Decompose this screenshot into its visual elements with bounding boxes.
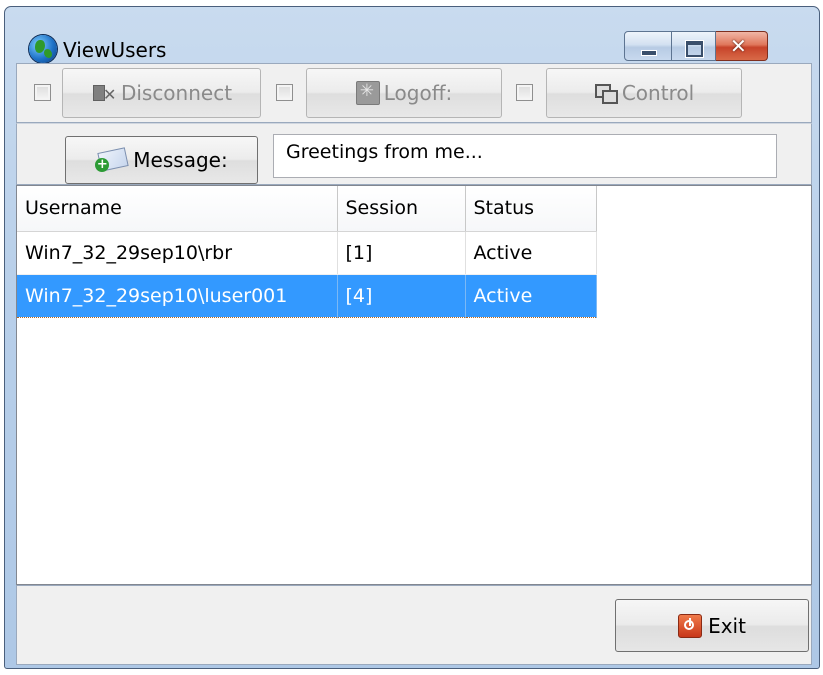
maximize-icon: [686, 41, 703, 57]
message-label: Message:: [133, 148, 228, 172]
table-row[interactable]: Win7_32_29sep10\rbr [1] Active: [17, 231, 597, 275]
action-toolbar: Disconnect Logoff: Control: [16, 63, 812, 123]
logoff-label: Logoff:: [383, 81, 453, 105]
users-table: Username Session Status Win7_32_29sep10\…: [17, 186, 597, 318]
cell-username: Win7_32_29sep10\rbr: [17, 231, 338, 275]
disconnect-checkbox[interactable]: [34, 84, 51, 101]
users-list[interactable]: Username Session Status Win7_32_29sep10\…: [16, 185, 812, 585]
column-header-username[interactable]: Username: [17, 186, 338, 232]
cell-session: [4]: [337, 273, 466, 318]
logoff-icon: [355, 81, 380, 105]
minimize-button[interactable]: [624, 31, 672, 61]
message-button[interactable]: + Message:: [65, 136, 258, 184]
disconnect-label: Disconnect: [120, 81, 233, 105]
window-title: ViewUsers: [63, 38, 167, 62]
cell-status: Active: [465, 231, 597, 275]
column-header-session[interactable]: Session: [337, 186, 466, 232]
close-button[interactable]: ✕: [716, 31, 768, 61]
control-icon: [594, 83, 618, 104]
disconnect-icon: [91, 83, 117, 104]
disconnect-button[interactable]: Disconnect: [62, 68, 261, 118]
exit-button[interactable]: Exit: [615, 599, 809, 652]
logoff-checkbox[interactable]: [276, 84, 293, 101]
close-icon: ✕: [730, 34, 747, 58]
table-header: Username Session Status: [17, 186, 597, 232]
cell-session: [1]: [337, 231, 466, 275]
column-header-status[interactable]: Status: [465, 186, 597, 232]
footer-panel: Exit: [16, 585, 812, 665]
message-toolbar: + Message: Greetings from me...: [16, 123, 812, 185]
logoff-button[interactable]: Logoff:: [306, 68, 502, 118]
power-icon: [678, 613, 703, 638]
message-input[interactable]: Greetings from me...: [273, 134, 777, 178]
maximize-button[interactable]: [672, 31, 716, 61]
cell-username: Win7_32_29sep10\luser001: [17, 273, 338, 318]
viewusers-window: ViewUsers ✕ Disconnect Logoff: Control +: [4, 6, 820, 669]
control-button[interactable]: Control: [546, 68, 742, 118]
title-bar[interactable]: ViewUsers ✕: [5, 7, 819, 63]
control-checkbox[interactable]: [516, 84, 533, 101]
minimize-icon: [641, 50, 657, 56]
control-label: Control: [621, 81, 695, 105]
caption-buttons: ✕: [624, 31, 768, 62]
exit-label: Exit: [708, 613, 746, 638]
cell-status: Active: [465, 273, 597, 318]
table-row-selected[interactable]: Win7_32_29sep10\luser001 [4] Active: [17, 273, 597, 318]
globe-icon: [29, 35, 57, 63]
message-icon: +: [95, 147, 129, 172]
